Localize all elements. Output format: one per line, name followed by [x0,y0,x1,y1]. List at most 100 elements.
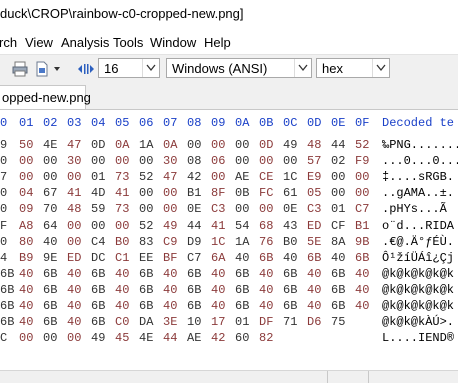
hex-byte[interactable]: 44 [187,219,201,233]
hex-byte[interactable]: B0 [115,235,129,249]
hex-byte[interactable]: 10 [187,315,201,329]
hex-byte[interactable]: 0A [163,138,177,152]
hex-byte[interactable]: 40 [259,283,273,297]
hex-byte[interactable]: 00 [331,170,345,184]
hex-byte[interactable]: 6B [307,251,321,265]
hex-byte[interactable]: 00 [19,154,33,168]
hex-byte[interactable]: 67 [43,186,57,200]
dropdown-arrow-icon[interactable] [52,61,62,77]
hex-byte[interactable]: C7 [355,202,369,216]
hex-byte[interactable]: 0 [0,154,7,168]
hex-byte[interactable]: 40 [115,283,129,297]
hex-byte[interactable]: 40 [307,267,321,281]
hex-byte[interactable]: 45 [115,331,129,345]
hex-byte[interactable]: 47 [163,170,177,184]
hex-byte[interactable]: 49 [163,219,177,233]
hex-byte[interactable]: E9 [307,170,321,184]
hex-byte[interactable]: EE [139,251,153,265]
hex-byte[interactable]: 7 [0,170,7,184]
chevron-down-icon[interactable] [372,59,389,77]
hex-byte[interactable]: C9 [163,235,177,249]
hex-byte[interactable]: 01 [91,170,105,184]
charset-select[interactable]: Windows (ANSI) [166,58,312,78]
hex-byte[interactable]: 01 [235,315,249,329]
hex-byte[interactable]: 00 [139,186,153,200]
hex-byte[interactable]: 41 [211,219,225,233]
hex-byte[interactable]: 40 [67,299,81,313]
hex-byte[interactable]: 00 [67,219,81,233]
hex-byte[interactable]: 9E [43,251,57,265]
hex-byte[interactable]: 00 [235,202,249,216]
hex-byte[interactable]: 40 [163,283,177,297]
hex-byte[interactable]: 40 [259,267,273,281]
hex-byte[interactable]: 5E [307,235,321,249]
hex-byte[interactable]: 8F [211,186,225,200]
hex-byte[interactable]: 52 [139,170,153,184]
hex-byte[interactable]: 00 [163,202,177,216]
hex-byte[interactable]: 40 [163,267,177,281]
hex-byte[interactable]: 0E [187,202,201,216]
hex-byte[interactable]: 40 [235,251,249,265]
hex-byte[interactable]: 44 [331,138,345,152]
decoded-text[interactable]: ‡....sRGB. [382,170,454,184]
hex-byte[interactable]: 6B [331,283,345,297]
hex-byte[interactable]: D6 [307,315,321,329]
hex-byte[interactable]: 00 [19,170,33,184]
hex-byte[interactable]: 4E [43,138,57,152]
hex-byte[interactable]: 01 [331,202,345,216]
hex-byte[interactable]: 17 [211,315,225,329]
hex-byte[interactable]: 40 [307,299,321,313]
decoded-text[interactable]: @k@k@k@k@k [382,283,454,297]
hex-byte[interactable]: 40 [67,315,81,329]
hex-byte[interactable]: ED [307,219,321,233]
hex-byte[interactable]: 6B [0,283,14,297]
hex-byte[interactable]: 6B [43,283,57,297]
hex-byte[interactable]: 6B [43,315,57,329]
hex-byte[interactable]: C1 [115,251,129,265]
hex-byte[interactable]: 1C [283,170,297,184]
hex-byte[interactable]: 40 [355,283,369,297]
hex-byte[interactable]: 00 [355,170,369,184]
hex-byte[interactable]: C3 [211,202,225,216]
hex-byte[interactable]: CF [331,219,345,233]
hex-byte[interactable]: 70 [43,202,57,216]
chevron-down-icon[interactable] [142,59,159,77]
hex-byte[interactable]: 73 [115,170,129,184]
hex-byte[interactable]: 6B [139,299,153,313]
hex-byte[interactable]: 6B [0,299,14,313]
hex-byte[interactable]: 00 [163,186,177,200]
hex-byte[interactable]: 52 [139,219,153,233]
hex-byte[interactable]: 0 [0,202,7,216]
tab-file[interactable]: opped-new.png [0,85,91,109]
hex-byte[interactable]: 6B [283,267,297,281]
hex-byte[interactable]: 49 [283,138,297,152]
hex-byte[interactable]: 30 [67,154,81,168]
hex-byte[interactable]: 4D [91,186,105,200]
hex-byte[interactable]: 6B [355,251,369,265]
decoded-text[interactable]: .pHYs...Ã [382,202,447,216]
hex-byte[interactable]: 00 [67,235,81,249]
hex-byte[interactable]: 1A [139,138,153,152]
hex-byte[interactable]: 6B [283,299,297,313]
hex-byte[interactable]: 00 [115,154,129,168]
hex-view[interactable]: 0 01 02 03 04 05 06 07 08 09 0A 0B 0C 0D 0E 0F Decoded t… [0,110,458,370]
hex-byte[interactable]: 09 [19,202,33,216]
hex-byte[interactable]: 3E [163,315,177,329]
menu-search[interactable]: rch [0,35,17,50]
hex-byte[interactable]: CE [259,170,273,184]
hex-byte[interactable]: 6B [139,267,153,281]
hex-byte[interactable]: 80 [19,235,33,249]
hex-byte[interactable]: 68 [259,219,273,233]
hex-byte[interactable]: 41 [67,186,81,200]
hex-byte[interactable]: 4E [139,331,153,345]
hex-byte[interactable]: 00 [67,331,81,345]
hex-byte[interactable]: 06 [211,154,225,168]
hex-byte[interactable]: 02 [331,154,345,168]
hex-byte[interactable]: 76 [259,235,273,249]
hex-byte[interactable]: C0 [115,315,129,329]
hex-byte[interactable]: 6B [283,283,297,297]
hex-byte[interactable]: 6A [211,251,225,265]
hex-byte[interactable]: 1C [211,235,225,249]
hex-byte[interactable]: C [0,331,7,345]
decoded-text[interactable]: ...0...0... [382,154,458,168]
